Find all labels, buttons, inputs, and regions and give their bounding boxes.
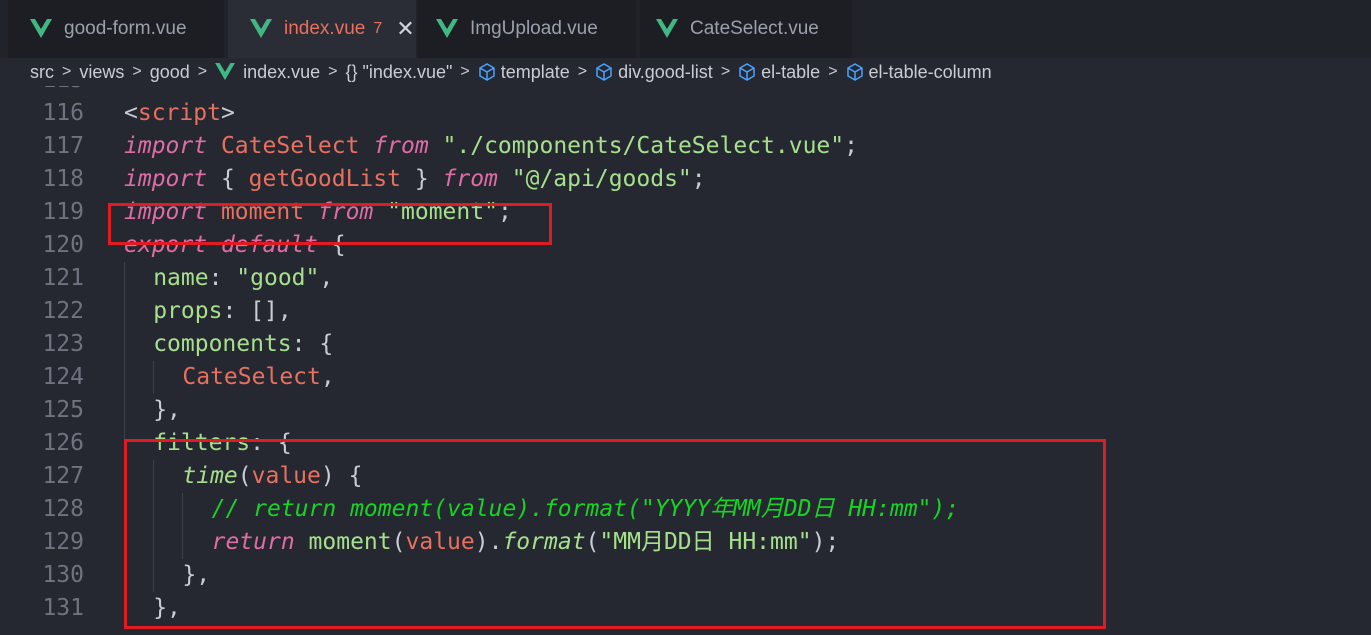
code-line[interactable]: 117 import CateSelect from "./components/… <box>0 130 1371 163</box>
problem-count-badge: 7 <box>373 20 383 37</box>
chevron-right-icon: > <box>720 63 731 80</box>
chevron-right-icon: > <box>62 63 72 80</box>
line-number: 126 <box>42 430 84 456</box>
chevron-right-icon: > <box>197 63 208 80</box>
code-line[interactable]: 123 components: { <box>0 328 1371 361</box>
indent-guide <box>124 328 125 361</box>
code-text: components: { <box>153 331 334 357</box>
tab-imgupload[interactable]: ImgUpload.vue <box>418 0 636 58</box>
highlight-box-filters <box>124 439 1106 629</box>
line-number: 128 <box>42 496 84 522</box>
line-number: 129 <box>42 529 84 555</box>
breadcrumb-item-src[interactable]: src <box>30 62 54 83</box>
line-number: 122 <box>42 298 84 324</box>
tab-label: ImgUpload.vue <box>470 18 598 39</box>
line-number: 125 <box>42 397 84 423</box>
cube-icon <box>739 63 755 81</box>
line-number: 123 <box>42 331 84 357</box>
tab-cateselect[interactable]: CateSelect.vue <box>640 0 852 58</box>
close-icon[interactable]: ✕ <box>396 16 414 42</box>
vue-icon <box>250 19 272 38</box>
breadcrumb-label: template <box>500 61 570 82</box>
line-number: 116 <box>42 100 84 126</box>
tab-label: good-form.vue <box>64 18 187 39</box>
line-number: 131 <box>42 595 84 621</box>
line-number: 127 <box>42 463 84 489</box>
breadcrumb-label: el-table <box>761 61 821 82</box>
code-text: import { getGoodList } from "@/api/goods… <box>124 166 706 192</box>
chevron-right-icon: > <box>577 63 588 80</box>
breadcrumb-item-el-table[interactable]: el-table <box>738 62 820 83</box>
chevron-right-icon: > <box>828 63 838 80</box>
breadcrumb-item-good[interactable]: good <box>150 62 190 83</box>
line-number: 118 <box>42 166 84 192</box>
chevron-right-icon: > <box>132 63 142 80</box>
tab-index[interactable]: index.vue 7 ✕ <box>228 0 416 58</box>
tab-label: CateSelect.vue <box>690 18 819 39</box>
code-text: <script> <box>124 100 235 126</box>
breadcrumb-item-file[interactable]: index.vue <box>215 62 320 83</box>
chevron-right-icon: > <box>460 63 470 80</box>
cube-icon <box>596 63 612 81</box>
indent-guide <box>124 262 125 295</box>
code-text: props: [], <box>153 298 292 324</box>
code-text: }, <box>153 397 181 423</box>
chevron-right-icon: > <box>328 63 338 80</box>
code-line[interactable]: 122 props: [], <box>0 295 1371 328</box>
editor-tab-bar: good-form.vue index.vue 7 ✕ ImgUpload.vu… <box>0 0 1371 58</box>
code-line[interactable]: 118 import { getGoodList } from "@/api/go… <box>0 163 1371 196</box>
code-text: CateSelect, <box>182 364 335 390</box>
line-number: 120 <box>42 232 84 258</box>
breadcrumb-label: index.vue <box>243 61 321 82</box>
code-line[interactable]: 116 <script> <box>0 97 1371 130</box>
indent-guide <box>124 295 125 328</box>
breadcrumb-item-views[interactable]: views <box>79 62 124 83</box>
vue-icon <box>215 63 235 81</box>
code-text: import CateSelect from "./components/Cat… <box>124 133 858 159</box>
breadcrumb-item-el-table-column[interactable]: el-table-column <box>846 62 992 83</box>
highlight-box-import-moment <box>108 203 552 245</box>
tab-good-form[interactable]: good-form.vue <box>8 0 224 58</box>
code-line[interactable]: 115 <box>0 86 1371 97</box>
line-number: 124 <box>42 364 84 390</box>
cube-icon <box>846 63 863 81</box>
line-number: 121 <box>42 265 84 291</box>
code-line[interactable]: 121 name: "good", <box>0 262 1371 295</box>
vue-icon <box>30 19 52 38</box>
indent-guide <box>124 394 125 427</box>
line-number: 130 <box>42 562 84 588</box>
code-line[interactable]: 125}, <box>0 394 1371 427</box>
line-number: 115 <box>0 86 84 97</box>
indent-guide <box>124 361 125 394</box>
breadcrumb-item-div[interactable]: div.good-list <box>595 62 713 83</box>
code-line[interactable]: 124 CateSelect, <box>0 361 1371 394</box>
breadcrumb-item-template[interactable]: template <box>478 62 570 83</box>
code-text: name: "good", <box>153 265 334 291</box>
line-number: 119 <box>42 199 84 225</box>
tab-label: index.vue <box>284 18 366 39</box>
indent-guide <box>153 361 155 394</box>
breadcrumb-item-module[interactable]: {} "index.vue" <box>346 62 453 83</box>
vue-icon <box>436 19 458 38</box>
breadcrumb-label: div.good-list <box>618 61 713 82</box>
cube-icon <box>478 63 495 81</box>
line-number: 117 <box>42 133 84 159</box>
vue-icon <box>656 19 678 38</box>
breadcrumb: src > views > good > index.vue > {} "ind… <box>0 58 1371 86</box>
breadcrumb-label: el-table-column <box>868 61 992 82</box>
